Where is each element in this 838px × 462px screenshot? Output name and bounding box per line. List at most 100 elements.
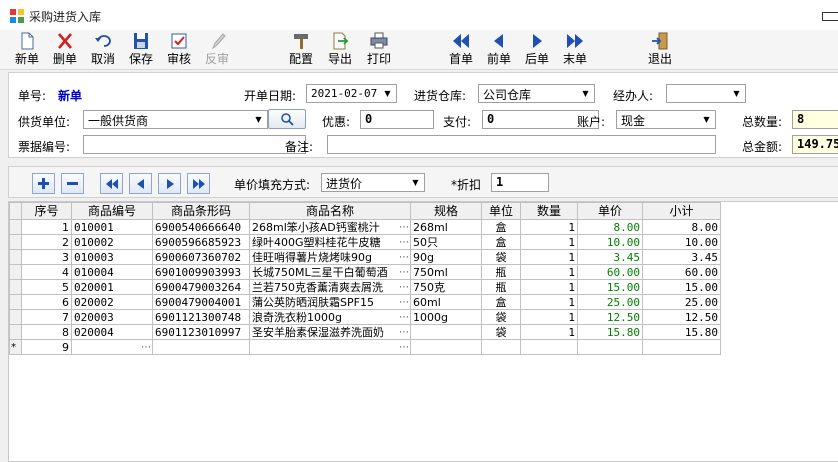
chevron-down-icon[interactable]: ▼ (728, 85, 745, 102)
cell-qty[interactable]: 1 (520, 309, 578, 325)
new-row-cell[interactable] (481, 339, 521, 355)
save-button[interactable]: 保存 (126, 32, 156, 68)
table-row[interactable]: 3 010003 6900607360702 ⋯ 佳旺哨得薯片烧烤味90g 90g 袋 1 3.… (9, 249, 721, 265)
cell-unit[interactable]: 袋 (481, 324, 521, 340)
next-button[interactable]: 后单 (522, 32, 552, 68)
audit-button[interactable]: 审核 (164, 32, 194, 68)
cell-subtotal[interactable]: 10.00 (642, 234, 721, 250)
table-row[interactable]: 1 010001 6900540666640 ⋯ 268ml笨小孩AD钙蜜桃汁 268ml… (9, 219, 721, 235)
first-row-button[interactable] (100, 173, 123, 194)
col-barcode-header[interactable]: 商品条形码 (152, 202, 250, 220)
cell-price[interactable]: 15.00 (577, 279, 643, 295)
remove-row-button[interactable] (61, 173, 84, 194)
cell-unit[interactable]: 盒 (481, 234, 521, 250)
first-button[interactable]: 首单 (446, 32, 476, 68)
add-row-button[interactable] (32, 173, 55, 194)
config-button[interactable]: 配置 (286, 32, 316, 68)
cell-seq[interactable]: 5 (21, 279, 72, 295)
chevron-down-icon[interactable]: ▼ (577, 85, 594, 102)
cell-barcode[interactable]: 6901121300748 (152, 309, 250, 325)
ellipsis-icon[interactable]: ⋯ (399, 311, 409, 324)
cell-seq[interactable]: 6 (21, 294, 72, 310)
col-code-header[interactable]: 商品编号 (71, 202, 153, 220)
cell-code[interactable]: 010004 (71, 264, 153, 280)
cell-spec[interactable]: 1000g (410, 309, 482, 325)
cell-qty[interactable]: 1 (520, 249, 578, 265)
unaudit-button[interactable]: 反审 (202, 32, 232, 68)
cell-subtotal[interactable]: 15.00 (642, 279, 721, 295)
cell-spec[interactable] (410, 324, 482, 340)
cell-price[interactable]: 15.80 (577, 324, 643, 340)
col-spec-header[interactable]: 规格 (410, 202, 482, 220)
cell-barcode[interactable]: 6900596685923 (152, 234, 250, 250)
cell-subtotal[interactable]: 60.00 (642, 264, 721, 280)
cell-seq[interactable]: 2 (21, 234, 72, 250)
cell-price[interactable]: 60.00 (577, 264, 643, 280)
cell-price[interactable]: 25.00 (577, 294, 643, 310)
cell-price[interactable]: 3.45 (577, 249, 643, 265)
table-row[interactable]: 7 020003 6901121300748 ⋯ 浪奇洗衣粉1000g 1000g 袋 1 12… (9, 309, 721, 325)
new-button[interactable]: 新单 (12, 32, 42, 68)
chevron-down-icon[interactable]: ▼ (698, 111, 715, 128)
ellipsis-icon[interactable]: ⋯ (399, 341, 409, 354)
discount-input[interactable]: 0 (360, 110, 434, 129)
cell-name[interactable]: ⋯ 兰若750克香薰清爽去屑洗 (249, 279, 411, 295)
prev-button[interactable]: 前单 (484, 32, 514, 68)
cell-spec[interactable]: 750克 (410, 279, 482, 295)
new-row-seq[interactable]: 9 (21, 339, 72, 355)
cell-subtotal[interactable]: 8.00 (642, 219, 721, 235)
table-row[interactable]: 6 020002 6900479004001 ⋯ 蒲公英防晒润肤霜SPF15 60ml 盒 1… (9, 294, 721, 310)
cell-qty[interactable]: 1 (520, 264, 578, 280)
cell-code[interactable]: 010002 (71, 234, 153, 250)
rebate-input[interactable]: 1 (491, 173, 549, 192)
cell-name[interactable]: ⋯ 268ml笨小孩AD钙蜜桃汁 (249, 219, 411, 235)
handler-select[interactable]: ▼ (666, 84, 746, 103)
col-name-header[interactable]: 商品名称 (249, 202, 411, 220)
cell-barcode[interactable]: 6900479003264 (152, 279, 250, 295)
new-row-cell[interactable] (520, 339, 578, 355)
cell-seq[interactable]: 3 (21, 249, 72, 265)
cell-qty[interactable]: 1 (520, 219, 578, 235)
chevron-down-icon[interactable]: ▼ (379, 85, 396, 102)
cell-spec[interactable]: 50只 (410, 234, 482, 250)
cell-subtotal[interactable]: 15.80 (642, 324, 721, 340)
ellipsis-icon[interactable]: ⋯ (141, 341, 151, 354)
next-row-button[interactable] (158, 173, 181, 194)
cell-seq[interactable]: 4 (21, 264, 72, 280)
cell-name[interactable]: ⋯ 长城750ML三星干白葡萄酒 (249, 264, 411, 280)
date-picker[interactable]: 2021-02-07 ▼ (306, 84, 397, 103)
cell-code[interactable]: 010001 (71, 219, 153, 235)
ellipsis-icon[interactable]: ⋯ (399, 221, 409, 234)
cell-qty[interactable]: 1 (520, 324, 578, 340)
table-row[interactable]: 8 020004 6901123010997 ⋯ 圣安羊胎素保湿滋养洗面奶 袋 1 15.80… (9, 324, 721, 340)
cell-name[interactable]: ⋯ 圣安羊胎素保湿滋养洗面奶 (249, 324, 411, 340)
prev-row-button[interactable] (129, 173, 152, 194)
cell-qty[interactable]: 1 (520, 294, 578, 310)
last-button[interactable]: 末单 (560, 32, 590, 68)
cell-qty[interactable]: 1 (520, 234, 578, 250)
cell-spec[interactable]: 60ml (410, 294, 482, 310)
new-row-cell[interactable] (577, 339, 643, 355)
export-button[interactable]: 导出 (325, 32, 355, 68)
maximize-icon[interactable] (822, 12, 838, 21)
ellipsis-icon[interactable]: ⋯ (399, 251, 409, 264)
cell-name[interactable]: ⋯ 浪奇洗衣粉1000g (249, 309, 411, 325)
cell-code[interactable]: 020003 (71, 309, 153, 325)
table-row[interactable]: 2 010002 6900596685923 ⋯ 绿叶400G塑料桂花牛皮糖 50只 盒 1 1… (9, 234, 721, 250)
cell-barcode[interactable]: 6900540666640 (152, 219, 250, 235)
ellipsis-icon[interactable]: ⋯ (399, 296, 409, 309)
cell-unit[interactable]: 盒 (481, 294, 521, 310)
cell-barcode[interactable]: 6901123010997 (152, 324, 250, 340)
cell-unit[interactable]: 瓶 (481, 264, 521, 280)
cell-code[interactable]: 020001 (71, 279, 153, 295)
cancel-button[interactable]: 取消 (88, 32, 118, 68)
ellipsis-icon[interactable]: ⋯ (399, 266, 409, 279)
price-mode-select[interactable]: 进货价 ▼ (321, 173, 425, 192)
cell-price[interactable]: 10.00 (577, 234, 643, 250)
invoice-input[interactable] (83, 135, 306, 154)
ellipsis-icon[interactable]: ⋯ (399, 326, 409, 339)
cell-name[interactable]: ⋯ 蒲公英防晒润肤霜SPF15 (249, 294, 411, 310)
chevron-down-icon[interactable]: ▼ (250, 111, 267, 128)
cell-unit[interactable]: 盒 (481, 219, 521, 235)
cell-code[interactable]: 020004 (71, 324, 153, 340)
